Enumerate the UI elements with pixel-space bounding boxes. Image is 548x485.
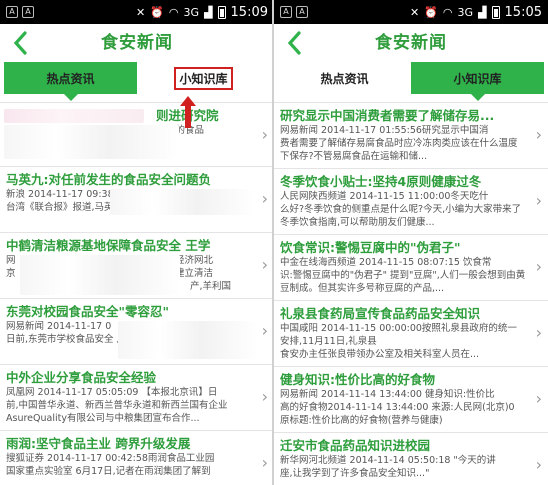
list-item[interactable]: 中外企业分享食品安全经验 凤凰网 2014-11-17 05:05:09 【本报…	[0, 365, 274, 431]
item-title: 中外企业分享食品安全经验	[6, 370, 157, 385]
chevron-left-icon	[13, 31, 27, 55]
tab-label: 热点资讯	[320, 71, 369, 86]
list-item[interactable]: 健身知识:性价比高的好食物 网易新闻 2014-11-14 13:44:00 健…	[274, 367, 548, 433]
item-title: 马英九:对任前发生的食品安全问题负	[6, 172, 211, 187]
redaction-blur	[110, 189, 255, 215]
item-snippet: 高的好食物2014-11-14 13:44:00 来源:人民网(北京)0 原标题…	[280, 402, 515, 426]
mute-icon: ✕	[136, 5, 146, 19]
item-title: 迁安市食品药品知识进校园	[280, 438, 431, 453]
item-snippet: 前,中国普华永道、新西兰普华永道和新西兰国有企业AsureQuality有限公司…	[6, 400, 228, 424]
chevron-right-icon: ›	[261, 189, 268, 208]
chevron-right-icon: ›	[261, 255, 268, 274]
item-title: 东莞对校园食品安全"零容忍"	[6, 304, 170, 319]
item-meta: 搜狐证券 2014-11-17 00:42:58雨润食品工业园	[6, 453, 215, 464]
clock: 15:09	[230, 4, 268, 20]
tab-knowledge-base[interactable]: 小知识库	[137, 62, 270, 94]
item-meta: 凤凰网 2014-11-17 05:05:09 【本报北京讯】日	[6, 387, 218, 398]
list-item[interactable]: 饮食常识:警惕豆腐中的"伪君子" 中金在线海西频道 2014-11-15 08:…	[274, 235, 548, 301]
chevron-right-icon: ›	[261, 453, 268, 472]
wifi-icon: ◠	[442, 5, 453, 19]
status-bar: A A ✕ ⏰ ◠ 3G ▟ 15:09	[0, 0, 274, 24]
list-item[interactable]: 雨润:坚守食品主业 跨界升级发展 搜狐证券 2014-11-17 00:42:5…	[0, 431, 274, 485]
list-item[interactable]: 中鹤清洁粮源基地保障食品安全 王学 网国经济网北 京过建立清洁 产,羊利国 ›	[0, 233, 274, 299]
item-snippet: 座,让我学到了许多食品安全知识..."	[280, 468, 430, 479]
redaction-blur	[118, 321, 258, 359]
list-item[interactable]: 礼泉县食药局宣传食品药品安全知识 中国咸阳 2014-11-15 00:00:0…	[274, 301, 548, 367]
item-title: 饮食常识:警惕豆腐中的"伪君子"	[280, 240, 461, 255]
item-meta: 人民网陕西频道 2014-11-15 11:00:00冬天吃什	[280, 191, 489, 202]
redaction-blur	[4, 109, 144, 123]
item-snippet: 么好?冬季饮食的侧重点是什么呢?今天,小编为大家带来了冬季饮食指南,可以帮助朋友…	[280, 204, 522, 228]
tab-bar: 热点资讯 小知识库	[4, 62, 270, 101]
chevron-right-icon: ›	[535, 323, 542, 342]
chevron-right-icon: ›	[535, 389, 542, 408]
signal-icon: 3G	[457, 5, 474, 19]
clock: 15:05	[504, 4, 542, 20]
chevron-right-icon: ›	[535, 125, 542, 144]
page-title: 食安新闻	[101, 33, 173, 53]
notification-icon: A	[296, 6, 308, 18]
list-item[interactable]: 则进研究院 心的食品 ›	[0, 103, 274, 167]
item-title: 礼泉县食药局宣传食品药品安全知识	[280, 306, 481, 321]
item-snippet: 识:警惕豆腐中的"伪君子" 提到"豆腐",人们一般会想到由黄豆制成。但其实许多号…	[280, 270, 526, 294]
list-item[interactable]: 研究显示中国消费者需要了解储存易... 网易新闻 2014-11-17 01:5…	[274, 103, 548, 169]
annotation-arrow-icon	[180, 96, 196, 128]
page-title: 食安新闻	[375, 33, 447, 53]
tab-label: 热点资讯	[46, 71, 95, 86]
notification-icon: A	[6, 6, 18, 18]
item-title: 雨润:坚守食品主业 跨界升级发展	[6, 436, 191, 451]
phone-screen-right: A A ✕ ⏰ ◠ 3G ▟ 15:05 食安新闻 热点资讯 小知识库 研究显示…	[274, 0, 548, 485]
phone-screen-left: A A ✕ ⏰ ◠ 3G ▟ 15:09 食安新闻 热点资讯 小知识库 则进研究…	[0, 0, 274, 485]
tab-label: 小知识库	[453, 71, 502, 86]
list-item[interactable]: 马英九:对任前发生的食品安全问题负 新浪 2014-11-17 09:38 台湾…	[0, 167, 274, 233]
chevron-right-icon: ›	[261, 125, 268, 144]
chevron-left-icon	[287, 31, 301, 55]
wifi-icon: ◠	[168, 5, 179, 19]
list-item[interactable]: 迁安市食品药品知识进校园 新华网河北频道 2014-11-14 05:50:18…	[274, 433, 548, 485]
tab-bar: 热点资讯 小知识库	[278, 62, 544, 101]
item-meta: 网易新闻 2014-11-14 13:44:00 健身知识:性价比	[280, 389, 495, 400]
chevron-right-icon: ›	[261, 387, 268, 406]
redaction-blur	[20, 255, 180, 295]
tab-knowledge-base[interactable]: 小知识库	[411, 62, 544, 101]
back-button[interactable]	[4, 26, 36, 60]
back-button[interactable]	[278, 26, 310, 60]
signal-icon: 3G	[183, 5, 200, 19]
chevron-right-icon: ›	[535, 455, 542, 474]
item-meta: 中国咸阳 2014-11-15 00:00:00按照礼泉县政府的统一安排,11月…	[280, 323, 517, 347]
tab-label-highlighted: 小知识库	[174, 66, 233, 90]
signal-bars-icon: ▟	[204, 5, 213, 19]
item-snippet: 费者需要了解储存易腐食品时应冷冻肉类应该在什么温度下保存?不管易腐食品在运输和储…	[280, 138, 518, 162]
list-item[interactable]: 东莞对校园食品安全"零容忍" 网易新闻 2014-11-17 0 日前,东莞市学…	[0, 299, 274, 365]
item-snippet: 食安办主任张良带领办公室及相关科室人员在...	[280, 349, 480, 360]
redaction-blur	[4, 125, 179, 159]
app-header: 食安新闻	[274, 24, 548, 62]
notification-icon: A	[22, 6, 34, 18]
app-header: 食安新闻	[0, 24, 274, 62]
mute-icon: ✕	[410, 5, 420, 19]
item-title: 中鹤清洁粮源基地保障食品安全 王学	[6, 238, 211, 253]
status-bar: A A ✕ ⏰ ◠ 3G ▟ 15:05	[274, 0, 548, 24]
tab-hot-news[interactable]: 热点资讯	[4, 62, 137, 101]
item-title: 健身知识:性价比高的好食物	[280, 372, 435, 387]
chevron-right-icon: ›	[535, 191, 542, 210]
battery-icon	[491, 5, 500, 19]
chevron-right-icon: ›	[535, 257, 542, 276]
item-meta: 新华网河北频道 2014-11-14 05:50:18 "今天的讲	[280, 455, 496, 466]
alarm-icon: ⏰	[424, 5, 438, 19]
battery-icon	[217, 5, 226, 19]
item-title: 冬季饮食小贴士:坚持4原则健康过冬	[280, 174, 482, 189]
tab-hot-news[interactable]: 热点资讯	[278, 62, 411, 94]
news-list: 研究显示中国消费者需要了解储存易... 网易新闻 2014-11-17 01:5…	[274, 102, 548, 485]
item-title: 研究显示中国消费者需要了解储存易...	[280, 108, 495, 123]
item-meta: 中金在线海西频道 2014-11-15 08:07:15 饮食常	[280, 257, 492, 268]
item-snippet: 国家重点实验室 6月17日,记者在雨润集团了解到	[6, 466, 211, 477]
item-meta: 网易新闻 2014-11-17 01:55:56研究显示中国消	[280, 125, 489, 136]
alarm-icon: ⏰	[150, 5, 164, 19]
list-item[interactable]: 冬季饮食小贴士:坚持4原则健康过冬 人民网陕西频道 2014-11-15 11:…	[274, 169, 548, 235]
signal-bars-icon: ▟	[478, 5, 487, 19]
notification-icon: A	[280, 6, 292, 18]
chevron-right-icon: ›	[261, 321, 268, 340]
news-list: 则进研究院 心的食品 › 马英九:对任前发生的食品安全问题负 新浪 2014-1…	[0, 102, 274, 485]
